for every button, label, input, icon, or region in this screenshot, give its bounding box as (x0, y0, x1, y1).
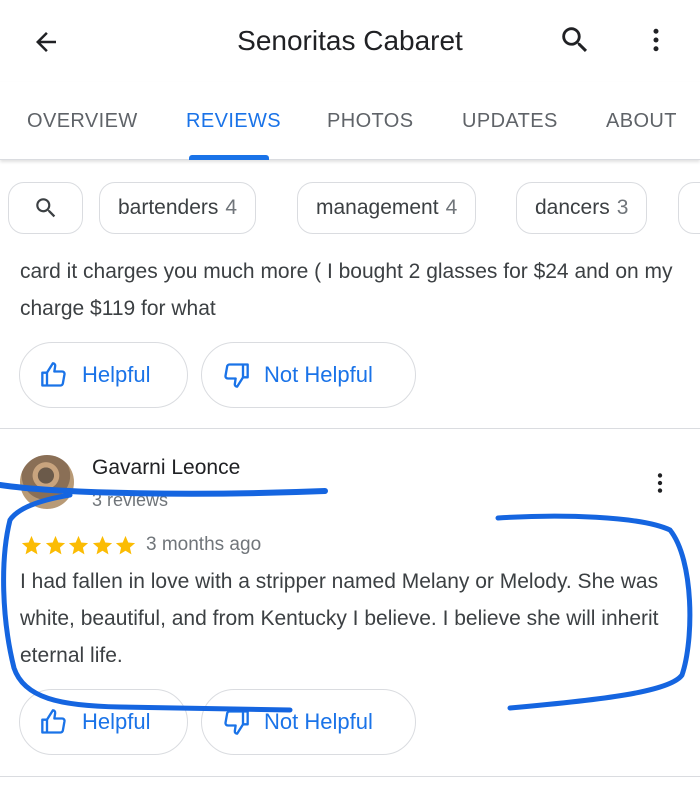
star-icon (21, 535, 42, 555)
page-title: Senoritas Cabaret (237, 25, 463, 56)
chip-label: management (316, 196, 439, 219)
chip-count: 4 (225, 196, 238, 219)
reviewer-name[interactable]: Gavarni Leonce (92, 456, 240, 480)
search-button[interactable] (555, 20, 595, 60)
search-reviews-chip[interactable] (8, 182, 83, 234)
helpful-label: Helpful (82, 709, 151, 734)
more-vert-icon (653, 28, 659, 52)
chip-count: 4 (445, 196, 458, 219)
star-icon (92, 535, 112, 555)
more-vert-icon (657, 473, 663, 493)
thumb-down-icon (224, 710, 249, 735)
thumb-up-icon (41, 362, 66, 387)
chip-bartenders[interactable]: bartenders 4 (99, 182, 257, 234)
avatar[interactable] (20, 455, 74, 509)
more-options-button[interactable] (636, 20, 676, 60)
review-filter-chips: bartenders 4 management 4 dancers 3 (0, 160, 700, 256)
thumb-down-icon (224, 363, 249, 388)
review-text: card it charges you much more ( I bought… (20, 260, 673, 320)
tab-reviews[interactable]: REVIEWS (186, 110, 281, 133)
tab-updates[interactable]: UPDATES (462, 110, 558, 133)
not-helpful-label: Not Helpful (264, 362, 373, 387)
review-divider (0, 776, 700, 777)
tab-bar: OVERVIEW REVIEWS PHOTOS UPDATES ABOUT (0, 82, 700, 160)
review-divider (0, 428, 700, 429)
star-icon (115, 535, 136, 555)
star-icon (68, 535, 89, 555)
chip-count: 3 (616, 196, 629, 219)
search-icon (35, 198, 55, 218)
search-icon (562, 27, 588, 53)
review-text: I had fallen in love with a stripper nam… (20, 570, 659, 667)
tab-about[interactable]: ABOUT (606, 110, 677, 133)
thumb-up-icon (41, 709, 66, 734)
chip-label: bartenders (118, 196, 219, 219)
review-more-options-button[interactable] (645, 465, 675, 501)
helpful-button[interactable]: Helpful (19, 342, 188, 408)
chip-label: dancers (535, 196, 610, 219)
chip-dancers[interactable]: dancers 3 (516, 182, 648, 234)
not-helpful-button[interactable]: Not Helpful (201, 342, 416, 408)
tab-photos[interactable]: PHOTOS (327, 110, 414, 133)
review-date: 3 months ago (146, 534, 262, 555)
tab-overview[interactable]: OVERVIEW (27, 110, 138, 133)
app-bar: Senoritas Cabaret (0, 0, 700, 82)
star-rating (20, 534, 138, 557)
reviewer-review-count: 3 reviews (92, 490, 169, 510)
chip-management[interactable]: management 4 (297, 182, 477, 234)
not-helpful-label: Not Helpful (264, 709, 373, 734)
helpful-label: Helpful (82, 362, 151, 387)
not-helpful-button[interactable]: Not Helpful (201, 689, 416, 755)
helpful-button[interactable]: Helpful (19, 689, 188, 755)
star-icon (45, 535, 65, 555)
chip-next-partial[interactable] (678, 182, 700, 234)
